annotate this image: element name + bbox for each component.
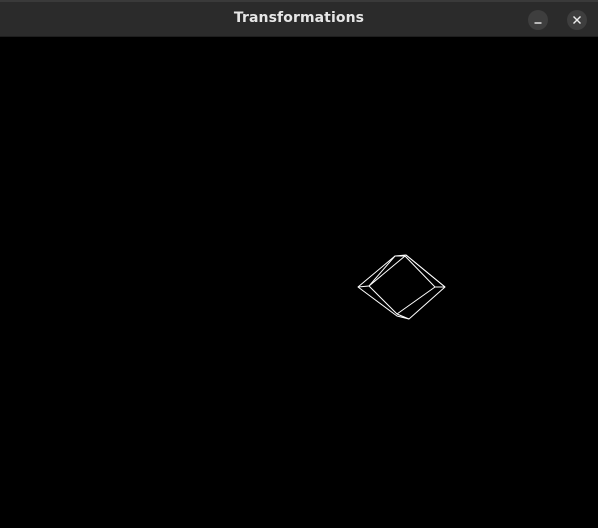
cube-edge — [405, 254, 446, 288]
minimize-button[interactable] — [528, 10, 548, 30]
close-button[interactable] — [567, 10, 587, 30]
cube-outline — [357, 254, 446, 320]
close-icon — [573, 16, 581, 24]
app-window: Transformations — [0, 0, 598, 528]
render-canvas[interactable] — [0, 37, 598, 528]
wireframe-cube — [357, 254, 446, 320]
title-bar[interactable]: Transformations — [0, 0, 598, 37]
window-title: Transformations — [233, 10, 365, 26]
minimize-icon — [534, 22, 542, 24]
cube-edge — [368, 255, 396, 287]
